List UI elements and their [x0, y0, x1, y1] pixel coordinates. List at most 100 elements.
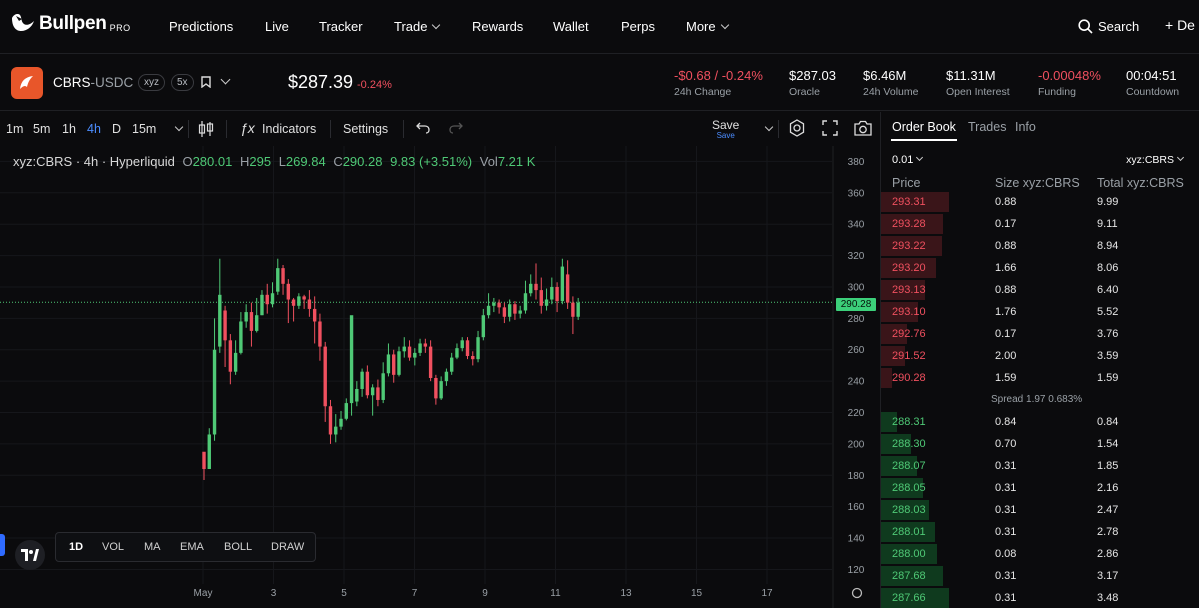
indicator-ema[interactable]: EMA	[180, 541, 204, 553]
bid-row[interactable]: 288.30 0.70 1.54	[881, 433, 1199, 455]
bid-row[interactable]: 288.03 0.31 2.47	[881, 499, 1199, 521]
candle-body	[233, 352, 238, 372]
tab-trades[interactable]: Trades	[968, 120, 1006, 134]
indicator-1d[interactable]: 1D	[69, 541, 83, 553]
row-total: 3.48	[1097, 592, 1119, 604]
candle-body	[513, 304, 517, 314]
indicator-boll[interactable]: BOLL	[224, 541, 252, 553]
gear-icon[interactable]	[788, 119, 806, 137]
bid-row[interactable]: 287.68 0.31 3.17	[881, 565, 1199, 587]
timeframe-4h[interactable]: 4h	[87, 122, 101, 136]
candle-body	[297, 296, 301, 306]
row-size: 0.88	[995, 284, 1017, 296]
legend-change: 9.83 (+3.51%)	[390, 154, 473, 169]
candle-body	[576, 302, 580, 317]
candle-body	[539, 290, 543, 306]
market-pair[interactable]: CBRS-USDC	[53, 75, 133, 90]
market-selector-chevron-icon[interactable]	[220, 74, 231, 85]
timeframe-15m[interactable]: 15m	[132, 122, 156, 136]
ask-row[interactable]: 293.31 0.88 9.99	[881, 191, 1199, 213]
ask-row[interactable]: 292.76 0.17 3.76	[881, 323, 1199, 345]
tradingview-logo-icon[interactable]	[15, 540, 45, 570]
stat-label: Countdown	[1126, 86, 1180, 98]
timeframe-1h[interactable]: 1h	[62, 122, 76, 136]
bullpen-logo[interactable]: Bullpen PRO	[10, 12, 131, 36]
indicator-vol[interactable]: VOL	[102, 541, 124, 553]
row-size: 1.66	[995, 262, 1017, 274]
nav-more[interactable]: More	[686, 19, 729, 34]
fullscreen-icon[interactable]	[822, 120, 838, 136]
candle-body	[502, 307, 507, 317]
bookmark-icon[interactable]	[201, 76, 211, 88]
stat-value: $6.46M	[863, 68, 907, 83]
settings-button[interactable]: Settings	[343, 122, 388, 136]
nav-trade[interactable]: Trade	[394, 19, 441, 34]
row-price: 293.28	[892, 218, 926, 230]
candle-body	[550, 286, 554, 300]
y-tick-label: 360	[848, 188, 865, 199]
indicator-ma[interactable]: MA	[144, 541, 161, 553]
side-panel-tab[interactable]	[0, 534, 5, 556]
tab-order-book[interactable]: Order Book	[892, 120, 956, 134]
ask-row[interactable]: 293.20 1.66 8.06	[881, 257, 1199, 279]
x-tick-label: 13	[620, 588, 632, 599]
candle-body	[223, 310, 227, 341]
timeframe-d[interactable]: D	[112, 122, 121, 136]
candle-body	[307, 299, 312, 309]
bid-row[interactable]: 287.66 0.31 3.48	[881, 587, 1199, 608]
search-button[interactable]: Search	[1078, 19, 1139, 34]
bid-row[interactable]: 288.05 0.31 2.16	[881, 477, 1199, 499]
candle-body	[413, 352, 417, 358]
tick-size-select[interactable]: 0.01	[892, 153, 924, 166]
timeframe-5m[interactable]: 5m	[33, 122, 50, 136]
ask-row[interactable]: 293.22 0.88 8.94	[881, 235, 1199, 257]
search-label: Search	[1098, 19, 1140, 34]
indicators-button[interactable]: Indicators	[262, 122, 316, 136]
ask-row[interactable]: 291.52 2.00 3.59	[881, 345, 1199, 367]
timeframe-chevron-icon[interactable]	[174, 122, 184, 132]
save-layout-button[interactable]: Save Save	[712, 118, 739, 140]
row-total: 8.06	[1097, 262, 1119, 274]
tab-info[interactable]: Info	[1015, 120, 1036, 134]
header-price: Price	[892, 176, 921, 190]
price-chart[interactable]: 120 140 160 180 200 220 240 260 280 300 320 340 360 3…	[0, 146, 880, 608]
legend-close: 290.28	[342, 154, 383, 169]
candle-body	[339, 418, 343, 427]
candle-body	[239, 321, 243, 353]
ask-row[interactable]: 293.28 0.17 9.11	[881, 213, 1199, 235]
toolbar-divider	[226, 120, 227, 138]
camera-icon[interactable]	[853, 120, 873, 136]
candle-body	[381, 373, 385, 400]
redo-icon[interactable]	[449, 122, 463, 134]
fx-icon[interactable]: ƒx	[240, 120, 255, 136]
nav-perps[interactable]: Perps	[621, 19, 655, 34]
candles-icon[interactable]	[198, 120, 214, 138]
axis-settings-icon[interactable]	[851, 587, 863, 599]
nav-live[interactable]: Live	[265, 19, 289, 34]
undo-icon[interactable]	[416, 122, 430, 134]
candle-body	[423, 343, 428, 347]
ask-row[interactable]: 290.28 1.59 1.59	[881, 367, 1199, 389]
ask-row[interactable]: 293.10 1.76 5.52	[881, 301, 1199, 323]
candle-body	[360, 371, 364, 389]
leverage-badge[interactable]: 5x	[171, 74, 194, 91]
nav-rewards[interactable]: Rewards	[472, 19, 523, 34]
row-size: 0.31	[995, 504, 1017, 516]
indicator-draw[interactable]: DRAW	[271, 541, 304, 553]
save-chevron-icon[interactable]	[764, 122, 774, 132]
stat-label: Funding	[1038, 86, 1076, 98]
candle-body	[202, 451, 206, 470]
stat-label: Oracle	[789, 86, 820, 98]
timeframe-1m[interactable]: 1m	[6, 122, 23, 136]
bid-row[interactable]: 288.00 0.08 2.86	[881, 543, 1199, 565]
nav-wallet[interactable]: Wallet	[553, 19, 589, 34]
ask-row[interactable]: 293.13 0.88 6.40	[881, 279, 1199, 301]
bid-row[interactable]: 288.31 0.84 0.84	[881, 411, 1199, 433]
bid-row[interactable]: 288.07 0.31 1.85	[881, 455, 1199, 477]
nav-predictions[interactable]: Predictions	[169, 19, 233, 34]
bid-row[interactable]: 288.01 0.31 2.78	[881, 521, 1199, 543]
nav-tracker[interactable]: Tracker	[319, 19, 363, 34]
size-unit-select[interactable]: xyz:CBRS	[1126, 153, 1185, 166]
deposit-button[interactable]: + De	[1165, 17, 1195, 33]
toolbar-divider	[188, 120, 189, 138]
